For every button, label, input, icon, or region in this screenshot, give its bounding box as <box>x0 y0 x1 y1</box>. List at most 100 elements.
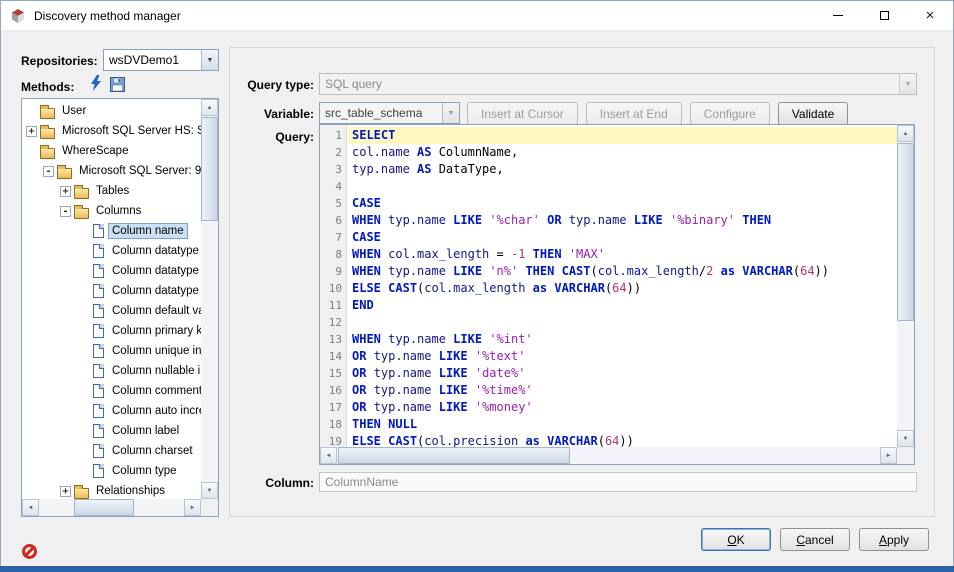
tree-item-column-comment[interactable]: Column comment <box>23 381 201 401</box>
expand-icon[interactable]: + <box>26 126 37 137</box>
tree-indent <box>23 271 77 272</box>
code-line-8[interactable]: WHEN col.max_length = -1 THEN 'MAX' <box>348 246 897 263</box>
code-line-1[interactable]: SELECT <box>348 127 897 144</box>
code-token: LIKE <box>439 349 468 363</box>
code-line-5[interactable]: CASE <box>348 195 897 212</box>
editor-horizontal-scrollbar[interactable]: ◄ ► <box>320 447 897 464</box>
scroll-down-button[interactable]: ▼ <box>201 482 218 499</box>
validate-button[interactable]: Validate <box>778 102 848 125</box>
expand-icon[interactable]: + <box>60 486 71 497</box>
tree-item-label: Microsoft SQL Server: 9.0 - <box>76 164 201 178</box>
code-token: typ.name <box>374 383 432 397</box>
code-line-13[interactable]: WHEN typ.name LIKE '%int' <box>348 331 897 348</box>
tree-item-label: Column nullable in <box>109 364 201 378</box>
code-line-7[interactable]: CASE <box>348 229 897 246</box>
code-token: OR <box>547 213 561 227</box>
lightning-icon <box>90 75 102 91</box>
tree-item-label: Columns <box>93 204 144 218</box>
code-line-11[interactable]: END <box>348 297 897 314</box>
tree-item-column-unique-ind[interactable]: Column unique ind <box>23 341 201 361</box>
code-token: CAST <box>388 281 417 295</box>
code-line-12[interactable] <box>348 314 897 331</box>
tree-item-user[interactable]: User <box>23 101 201 121</box>
scroll-down-button[interactable]: ▼ <box>897 430 914 447</box>
ok-button[interactable]: OK <box>701 528 771 551</box>
scrollbar-thumb[interactable] <box>74 499 134 516</box>
tree-item-column-auto-incre[interactable]: Column auto incre <box>23 401 201 421</box>
configure-button[interactable]: Configure <box>690 102 770 125</box>
query-type-combobox[interactable]: SQL query ▼ <box>319 73 917 95</box>
column-field[interactable]: ColumnName <box>319 472 917 492</box>
line-number: 3 <box>320 161 346 178</box>
tree-item-microsoft-sql-server-hs-s[interactable]: +Microsoft SQL Server HS: S <box>23 121 201 141</box>
code-line-4[interactable] <box>348 178 897 195</box>
tree-horizontal-scrollbar[interactable]: ◄ ► <box>22 499 201 516</box>
code-token: typ.name <box>569 213 627 227</box>
save-method-button[interactable] <box>108 75 126 93</box>
collapse-icon[interactable]: - <box>43 166 54 177</box>
scroll-right-button[interactable]: ► <box>184 499 201 516</box>
code-token: col.max_length <box>388 247 489 261</box>
tree-item-column-primary-ke[interactable]: Column primary ke <box>23 321 201 341</box>
insert-at-cursor-button[interactable]: Insert at Cursor <box>467 102 578 125</box>
close-button[interactable]: × <box>907 1 953 30</box>
tree-item-column-type[interactable]: Column type <box>23 461 201 481</box>
code-line-9[interactable]: WHEN typ.name LIKE 'n%' THEN CAST(col.ma… <box>348 263 897 280</box>
tree-handle-spacer <box>77 286 88 297</box>
code-token: THEN <box>525 264 554 278</box>
scroll-left-button[interactable]: ◄ <box>22 499 39 516</box>
tree-vertical-scrollbar[interactable]: ▲ ▼ <box>201 99 218 499</box>
code-token: VARCHAR <box>742 264 793 278</box>
code-line-19[interactable]: ELSE CAST(col.precision as VARCHAR(64)) <box>348 433 897 447</box>
tree-item-relationships[interactable]: +Relationships <box>23 481 201 499</box>
collapse-icon[interactable]: - <box>60 206 71 217</box>
tree-item-wherescape[interactable]: WhereScape <box>23 141 201 161</box>
variable-combobox[interactable]: src_table_schema ▼ <box>319 102 460 124</box>
dropdown-icon[interactable]: ▼ <box>899 74 916 94</box>
code-area[interactable]: SELECTcol.name AS ColumnName,typ.name AS… <box>348 125 897 447</box>
scroll-left-button[interactable]: ◄ <box>320 447 337 464</box>
tree-item-microsoft-sql-server-9-0[interactable]: - Microsoft SQL Server: 9.0 - <box>23 161 201 181</box>
refresh-methods-button[interactable] <box>87 74 105 92</box>
code-token: '%time%' <box>475 383 533 397</box>
insert-at-end-button[interactable]: Insert at End <box>586 102 682 125</box>
scroll-up-button[interactable]: ▲ <box>897 125 914 142</box>
code-token: ( <box>598 434 605 447</box>
scroll-right-button[interactable]: ► <box>880 447 897 464</box>
minimize-button[interactable] <box>815 1 861 30</box>
maximize-button[interactable] <box>861 1 907 30</box>
discovery-method-manager-window: Discovery method manager × Repositories:… <box>0 0 954 572</box>
tree-item-tables[interactable]: +Tables <box>23 181 201 201</box>
scroll-up-button[interactable]: ▲ <box>201 99 218 116</box>
scrollbar-thumb[interactable] <box>338 447 570 464</box>
apply-button[interactable]: Apply <box>859 528 929 551</box>
expand-icon[interactable]: + <box>60 186 71 197</box>
dropdown-icon[interactable]: ▼ <box>442 103 459 123</box>
code-line-15[interactable]: OR typ.name LIKE 'date%' <box>348 365 897 382</box>
code-line-10[interactable]: ELSE CAST(col.max_length as VARCHAR(64)) <box>348 280 897 297</box>
tree-item-column-datatype-s[interactable]: Column datatype s <box>23 281 201 301</box>
code-line-3[interactable]: typ.name AS DataType, <box>348 161 897 178</box>
code-token <box>468 366 475 380</box>
code-line-14[interactable]: OR typ.name LIKE '%text' <box>348 348 897 365</box>
query-editor[interactable]: 12345678910111213141516171819 SELECTcol.… <box>319 124 915 465</box>
code-line-16[interactable]: OR typ.name LIKE '%time%' <box>348 382 897 399</box>
tree-item-column-nullable-in[interactable]: Column nullable in <box>23 361 201 381</box>
code-line-18[interactable]: THEN NULL <box>348 416 897 433</box>
tree-item-column-charset[interactable]: Column charset <box>23 441 201 461</box>
scrollbar-thumb[interactable] <box>897 143 914 321</box>
tree-item-columns[interactable]: - Columns <box>23 201 201 221</box>
code-line-17[interactable]: OR typ.name LIKE '%money' <box>348 399 897 416</box>
tree-item-column-datatype-s[interactable]: Column datatype s <box>23 261 201 281</box>
dropdown-icon[interactable]: ▼ <box>201 50 218 70</box>
tree-item-column-default-val[interactable]: Column default val <box>23 301 201 321</box>
tree-item-column-label[interactable]: Column label <box>23 421 201 441</box>
editor-vertical-scrollbar[interactable]: ▲ ▼ <box>897 125 914 447</box>
cancel-button[interactable]: Cancel <box>780 528 850 551</box>
scrollbar-thumb[interactable] <box>201 117 218 221</box>
repositories-combobox[interactable]: wsDVDemo1 ▼ <box>103 49 219 71</box>
tree-item-column-name[interactable]: Column name <box>23 221 201 241</box>
code-line-6[interactable]: WHEN typ.name LIKE '%char' OR typ.name L… <box>348 212 897 229</box>
code-line-2[interactable]: col.name AS ColumnName, <box>348 144 897 161</box>
tree-item-column-datatype[interactable]: Column datatype <box>23 241 201 261</box>
